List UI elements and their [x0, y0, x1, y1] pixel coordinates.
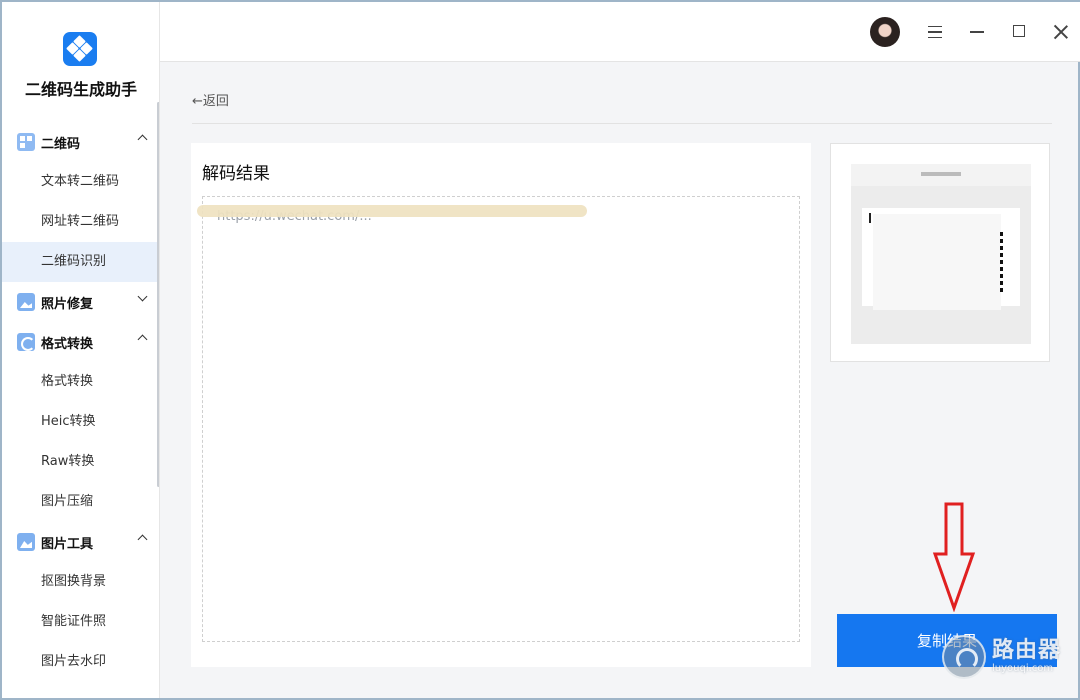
watermark-text: 路由器 [992, 638, 1062, 663]
sidebar-item-format-convert[interactable]: 格式转换 [2, 362, 159, 402]
app-logo-icon [63, 32, 97, 66]
minimize-icon[interactable] [970, 31, 984, 33]
nav-group-photo-repair[interactable]: 照片修复 [2, 282, 159, 322]
result-textarea[interactable]: https://u.wechat.com/... [197, 196, 800, 642]
watermark-logo-icon [942, 635, 986, 679]
nav-group-label: 格式转换 [41, 336, 94, 352]
watermark: 路由器 luyouqi.com [942, 634, 1061, 680]
maximize-icon[interactable] [1013, 25, 1025, 37]
qr-source-thumbnail [851, 164, 1031, 344]
back-link[interactable]: ←返回 [192, 90, 229, 109]
menu-icon[interactable] [928, 26, 942, 38]
nav-group-label: 图片工具 [41, 536, 94, 552]
app-name: 二维码生成助手 [24, 80, 137, 99]
sidebar-item-text-to-qr[interactable]: 文本转二维码 [2, 162, 159, 202]
watermark-url: luyouqi.com [992, 663, 1054, 674]
sidebar-item-image-compress[interactable]: 图片压缩 [2, 482, 159, 522]
image-tool-icon [17, 533, 35, 551]
nav-group-format-convert[interactable]: 格式转换 [2, 322, 159, 362]
divider [192, 123, 1052, 124]
close-icon[interactable] [1053, 24, 1069, 40]
chevron-up-icon [137, 134, 148, 145]
nav-group-label: 二维码 [41, 136, 81, 152]
sidebar-item-raw-convert[interactable]: Raw转换 [2, 442, 159, 482]
avatar[interactable] [870, 17, 900, 47]
qr-icon [17, 133, 35, 151]
chevron-up-icon [137, 534, 148, 545]
sidebar-item-remove-watermark[interactable]: 图片去水印 [2, 642, 159, 682]
sidebar-item-cutout-background[interactable]: 抠图换背景 [2, 562, 159, 602]
app-window: 二维码生成助手 二维码 文本转二维码 网址转二维码 二维码识别 照片修复 格式转… [0, 0, 1080, 700]
chevron-up-icon [137, 334, 148, 345]
photo-icon [17, 293, 35, 311]
sidebar-scrollbar[interactable] [157, 102, 159, 487]
result-title: 解码结果 [202, 164, 270, 184]
redaction-mark [197, 205, 587, 217]
convert-icon [17, 333, 35, 351]
nav-group-qrcode[interactable]: 二维码 [2, 122, 159, 162]
sidebar-item-heic-convert[interactable]: Heic转换 [2, 402, 159, 442]
nav-group-image-tools[interactable]: 图片工具 [2, 522, 159, 562]
result-card: 解码结果 https://u.wechat.com/... [191, 143, 811, 667]
sidebar-item-id-photo[interactable]: 智能证件照 [2, 602, 159, 642]
sidebar-item-qr-recognize[interactable]: 二维码识别 [2, 242, 159, 282]
sidebar: 二维码生成助手 二维码 文本转二维码 网址转二维码 二维码识别 照片修复 格式转… [2, 2, 160, 698]
preview-card [830, 143, 1050, 362]
title-bar [160, 2, 1080, 62]
chevron-down-icon [137, 291, 148, 302]
sidebar-item-url-to-qr[interactable]: 网址转二维码 [2, 202, 159, 242]
annotation-arrow-icon [932, 502, 976, 612]
nav-group-label: 照片修复 [41, 296, 94, 312]
sidebar-nav: 二维码 文本转二维码 网址转二维码 二维码识别 照片修复 格式转换 格式转换 H… [2, 122, 159, 682]
